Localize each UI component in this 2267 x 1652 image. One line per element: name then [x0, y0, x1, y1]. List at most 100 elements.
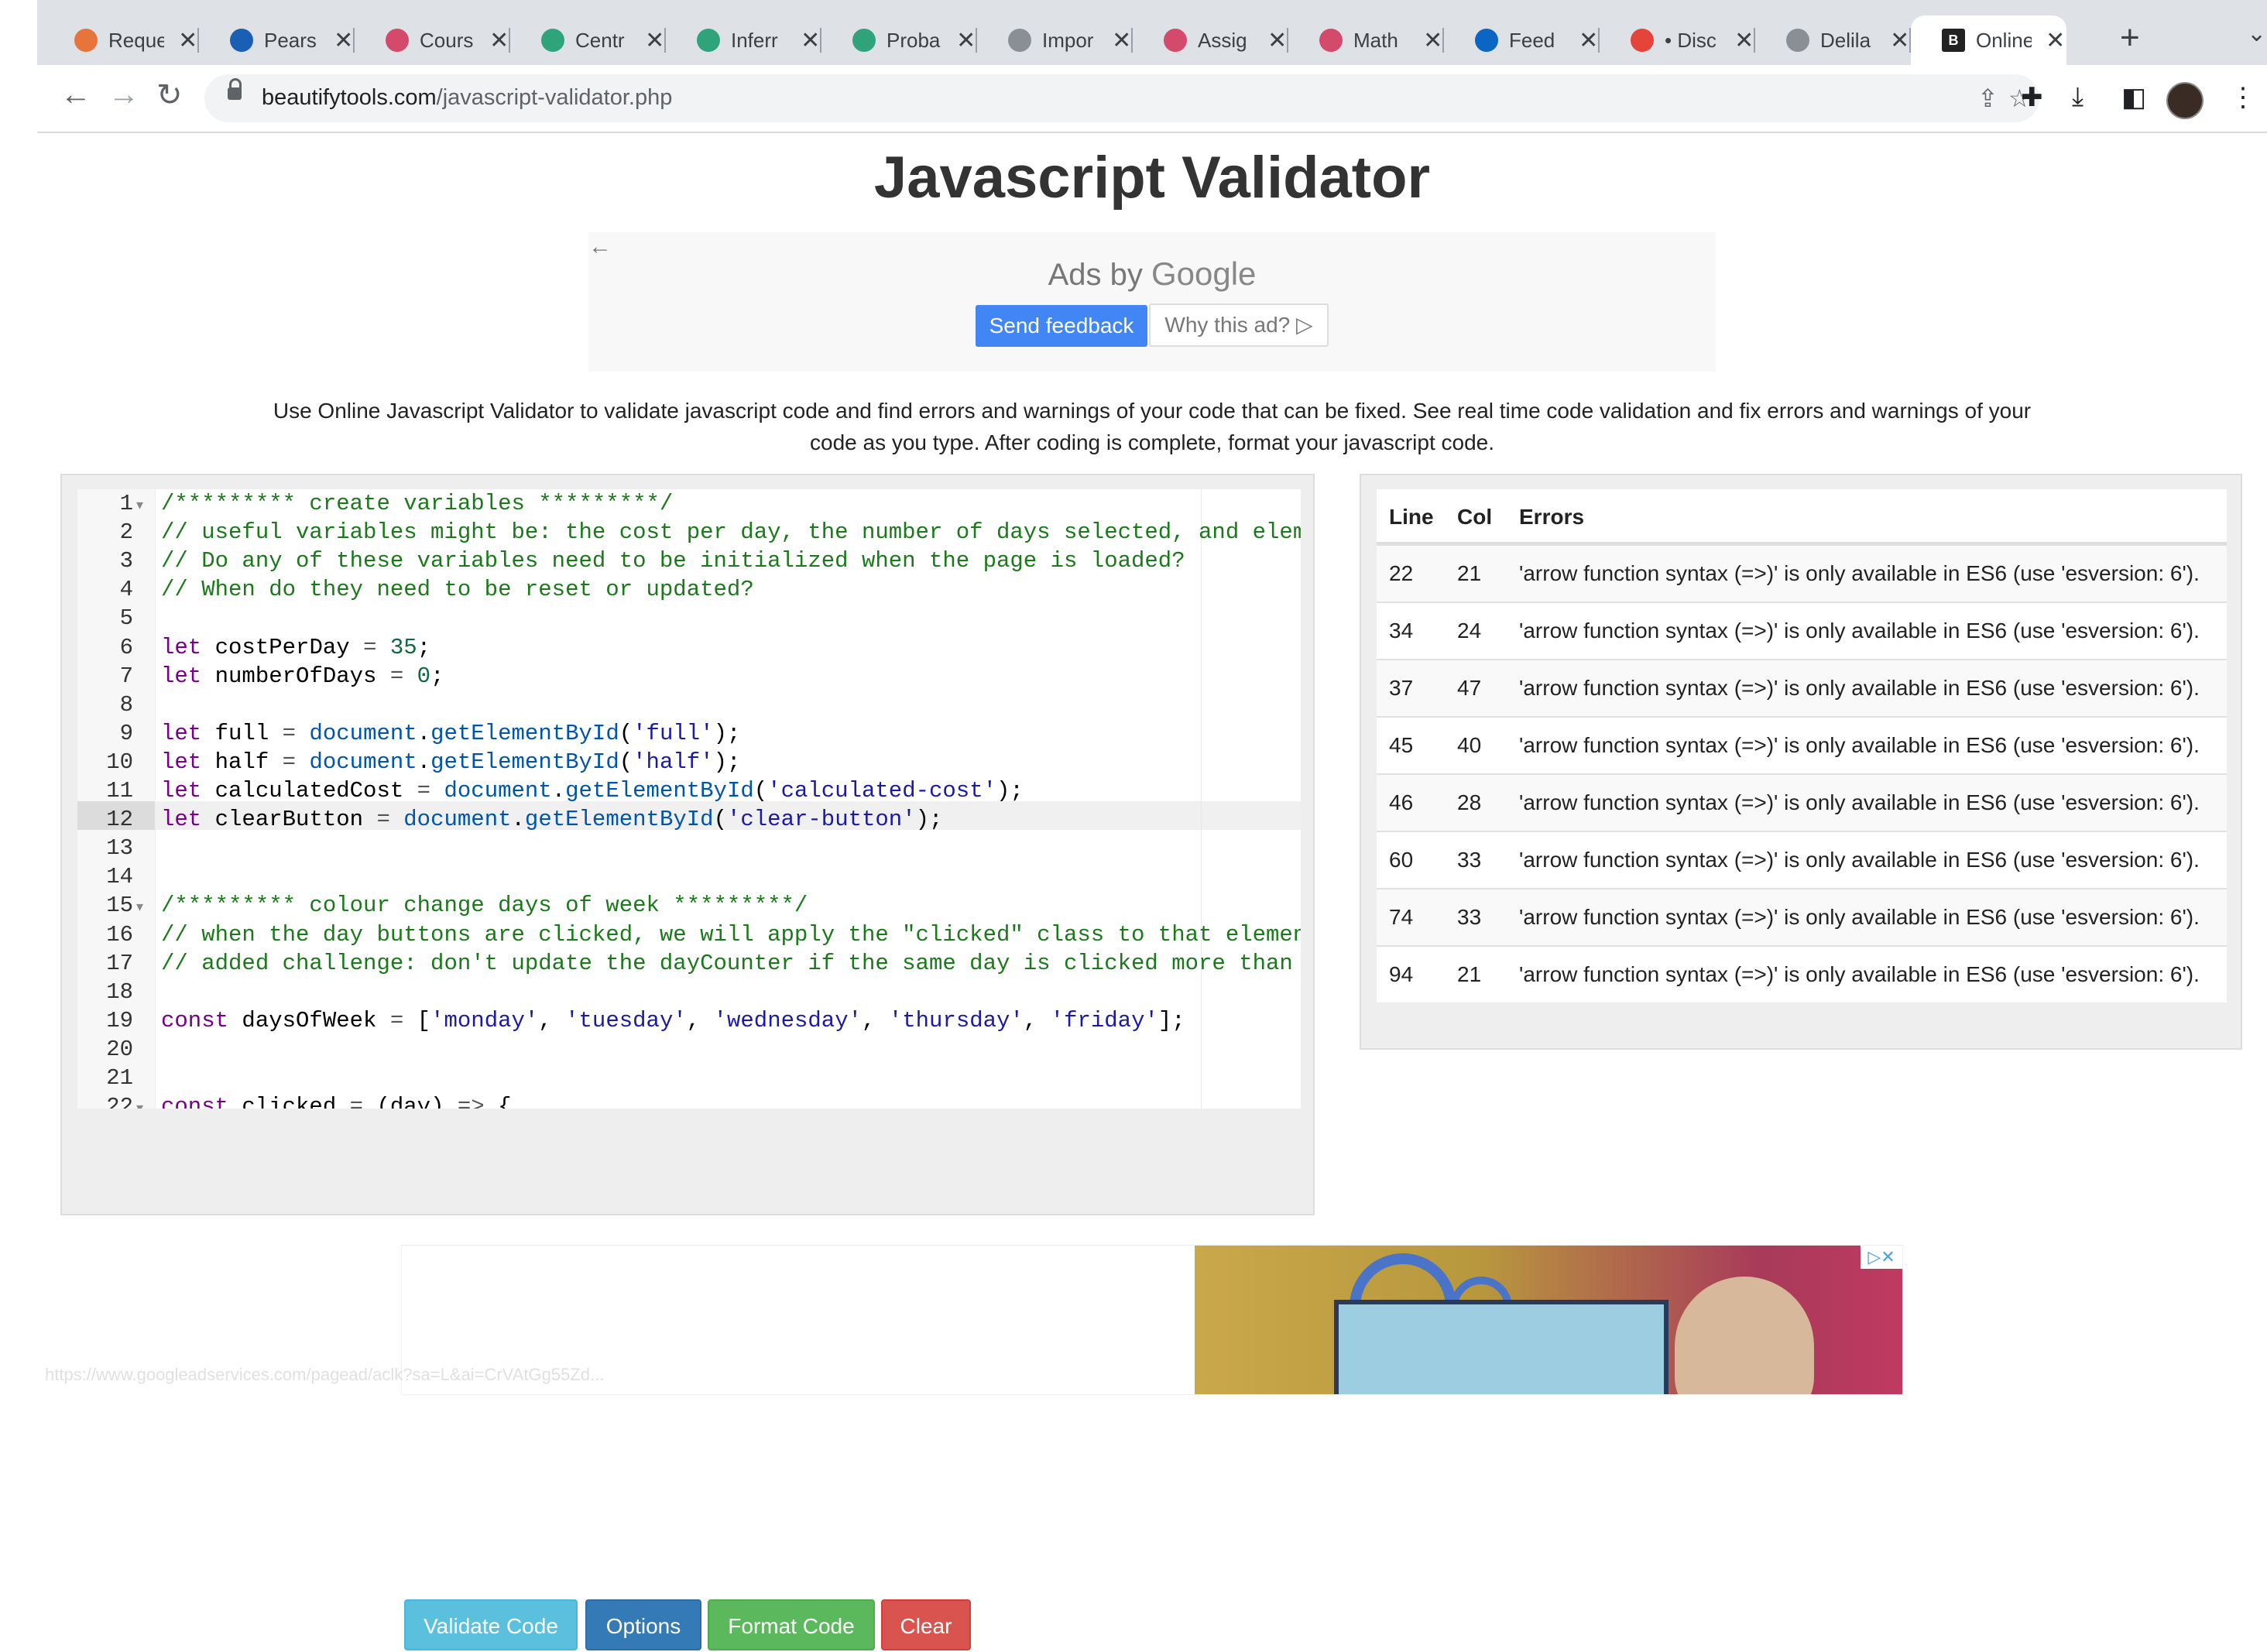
browser-tab[interactable]: Proba ✕	[821, 15, 977, 65]
close-tab-icon[interactable]: ✕	[332, 27, 355, 54]
table-row[interactable]: 46 28 'arrow function syntax (=>)' is only…	[1377, 773, 2227, 831]
code-line[interactable]: // useful variables might be: the cost p…	[161, 519, 1301, 545]
print-margin	[1201, 489, 1202, 1109]
table-row[interactable]: 22 21 'arrow function syntax (=>)' is only…	[1377, 544, 2227, 602]
browser-tab[interactable]: Math ✕	[1288, 15, 1444, 65]
close-tab-icon[interactable]: ✕	[488, 27, 510, 54]
chrome-icon	[1631, 29, 1654, 52]
close-tab-icon[interactable]: ✕	[1110, 27, 1133, 54]
side-panel-icon[interactable]: ◧	[2121, 82, 2146, 113]
tab-title: Math	[1353, 28, 1398, 52]
error-message: 'arrow function syntax (=>)' is only ava…	[1519, 905, 2200, 929]
close-tab-icon[interactable]: ✕	[2044, 27, 2066, 54]
table-row[interactable]: 37 47 'arrow function syntax (=>)' is only…	[1377, 659, 2227, 716]
shield-icon	[697, 29, 720, 52]
tab-title: Cours	[420, 28, 474, 52]
code-line[interactable]: // Do any of these variables need to be …	[161, 548, 1185, 574]
share-icon[interactable]: ⇪	[1977, 84, 1998, 113]
code-line[interactable]: let costPerDay = 35;	[161, 635, 430, 660]
close-tab-icon[interactable]: ✕	[1266, 27, 1288, 54]
shield-icon	[541, 29, 564, 52]
code-line[interactable]: // When do they need to be reset or upda…	[161, 577, 754, 602]
browser-tab[interactable]: Pears ✕	[199, 15, 355, 65]
tab-title: Pears	[264, 28, 317, 52]
browser-tab[interactable]: Feed ✕	[1444, 15, 1600, 65]
tab-search-chevron-icon[interactable]: ⌄	[2247, 20, 2266, 47]
line-number: 13	[106, 835, 133, 862]
adchoices-icon[interactable]: ▷✕	[1861, 1246, 1902, 1269]
page-title: Javascript Validator	[873, 145, 1431, 211]
table-row[interactable]: 60 33 'arrow function syntax (=>)' is only…	[1377, 831, 2227, 888]
validate-code-button[interactable]: Validate Code	[404, 1599, 578, 1650]
line-number: 1	[119, 491, 133, 516]
profile-avatar[interactable]	[2166, 82, 2204, 119]
format-code-button[interactable]: Format Code	[708, 1599, 875, 1650]
lock-icon[interactable]	[228, 78, 242, 100]
browser-tab[interactable]: • Disc ✕	[1600, 15, 1755, 65]
tab-title: Delila	[1820, 28, 1871, 52]
close-tab-icon[interactable]: ✕	[177, 27, 199, 54]
close-tab-icon[interactable]: ✕	[1577, 27, 1600, 54]
code-editor[interactable]: 1 ▾/********* create variables *********/…	[77, 489, 1301, 1109]
browser-tab[interactable]: Assig ✕	[1133, 15, 1288, 65]
tab-title: Online	[1976, 28, 2032, 52]
browser-toolbar: ← → ↻ beautifytools.com/javascript-valid…	[37, 65, 2267, 133]
code-line[interactable]: const daysOfWeek = ['monday', 'tuesday',…	[161, 1008, 1185, 1033]
code-line[interactable]: let clearButton = document.getElementByI…	[161, 807, 942, 832]
code-line[interactable]: let calculatedCost = document.getElement…	[161, 778, 1024, 804]
tab-strip: Reque ✕ Pears ✕ Cours ✕ Centr ✕ Inferr ✕ Proba ✕ Imp…	[37, 0, 2267, 65]
download-icon[interactable]: ⤓	[2072, 82, 2084, 112]
table-row[interactable]: 45 40 'arrow function syntax (=>)' is only…	[1377, 716, 2227, 773]
options-button[interactable]: Options	[585, 1599, 701, 1650]
ad-banner-top: ← Ads by Google Send feedback Why this a…	[588, 232, 1716, 372]
menu-kebab-icon[interactable]: ⋮	[2230, 82, 2256, 113]
line-number: 4	[119, 577, 133, 603]
new-tab-button[interactable]: +	[2120, 19, 2140, 57]
fold-arrow-icon[interactable]: ▾	[136, 899, 143, 915]
address-bar[interactable]: beautifytools.com/javascript-validator.p…	[204, 74, 2039, 122]
code-line[interactable]: /********* colour change days of week **…	[161, 893, 808, 918]
back-icon[interactable]: ←	[60, 77, 91, 112]
table-row[interactable]: 94 21 'arrow function syntax (=>)' is only…	[1377, 945, 2227, 1003]
status-url: https://www.googleadservices.com/pagead/…	[45, 1365, 605, 1384]
browser-tab[interactable]: Reque ✕	[43, 15, 199, 65]
error-message: 'arrow function syntax (=>)' is only ava…	[1519, 676, 2200, 700]
errors-panel: Line Col Errors 22 21 'arrow function synt…	[1360, 474, 2242, 1050]
table-row[interactable]: 74 33 'arrow function syntax (=>)' is only…	[1377, 888, 2227, 945]
code-line[interactable]: // when the day buttons are clicked, we …	[161, 922, 1301, 948]
error-message: 'arrow function syntax (=>)' is only ava…	[1519, 619, 2200, 643]
close-tab-icon[interactable]: ✕	[1733, 27, 1755, 54]
clear-button[interactable]: Clear	[881, 1599, 971, 1650]
close-tab-icon[interactable]: ✕	[643, 27, 666, 54]
close-tab-icon[interactable]: ✕	[1888, 27, 1911, 54]
reload-icon[interactable]: ↻	[156, 77, 183, 113]
close-tab-icon[interactable]: ✕	[799, 27, 821, 54]
error-col: 33	[1457, 905, 1482, 929]
browser-tab[interactable]: Inferr ✕	[666, 15, 821, 65]
line-number: 2	[119, 519, 133, 546]
code-line[interactable]: let full = document.getElementById('full…	[161, 721, 740, 746]
close-tab-icon[interactable]: ✕	[955, 27, 977, 54]
code-line[interactable]: let half = document.getElementById('half…	[161, 749, 740, 775]
code-line[interactable]: // added challenge: don't update the day…	[161, 951, 1301, 976]
code-line[interactable]: let numberOfDays = 0;	[161, 663, 444, 689]
send-feedback-button[interactable]: Send feedback	[976, 305, 1147, 347]
forward-icon[interactable]: →	[108, 77, 139, 112]
browser-tab[interactable]: Delila ✕	[1755, 15, 1911, 65]
browser-tab[interactable]: Impor ✕	[977, 15, 1133, 65]
browser-tab[interactable]: B Online ✕	[1911, 15, 2066, 65]
extensions-icon[interactable]: ✚	[2021, 82, 2043, 113]
table-row[interactable]: 34 24 'arrow function syntax (=>)' is only…	[1377, 602, 2227, 659]
fold-arrow-icon[interactable]: ▾	[136, 1100, 143, 1109]
code-line[interactable]: /********* create variables *********/	[161, 491, 673, 516]
browser-tab[interactable]: Cours ✕	[355, 15, 510, 65]
code-line[interactable]: const clicked = (day) => {	[161, 1094, 512, 1109]
line-number: 11	[106, 778, 133, 804]
browser-tab[interactable]: Centr ✕	[510, 15, 666, 65]
error-col: 24	[1457, 619, 1482, 643]
close-tab-icon[interactable]: ✕	[1422, 27, 1444, 54]
why-this-ad-button[interactable]: Why this ad? ▷	[1149, 303, 1329, 347]
fold-arrow-icon[interactable]: ▾	[136, 497, 143, 513]
url-text[interactable]: beautifytools.com/javascript-validator.p…	[262, 85, 672, 111]
tab-title: Assig	[1198, 28, 1247, 52]
